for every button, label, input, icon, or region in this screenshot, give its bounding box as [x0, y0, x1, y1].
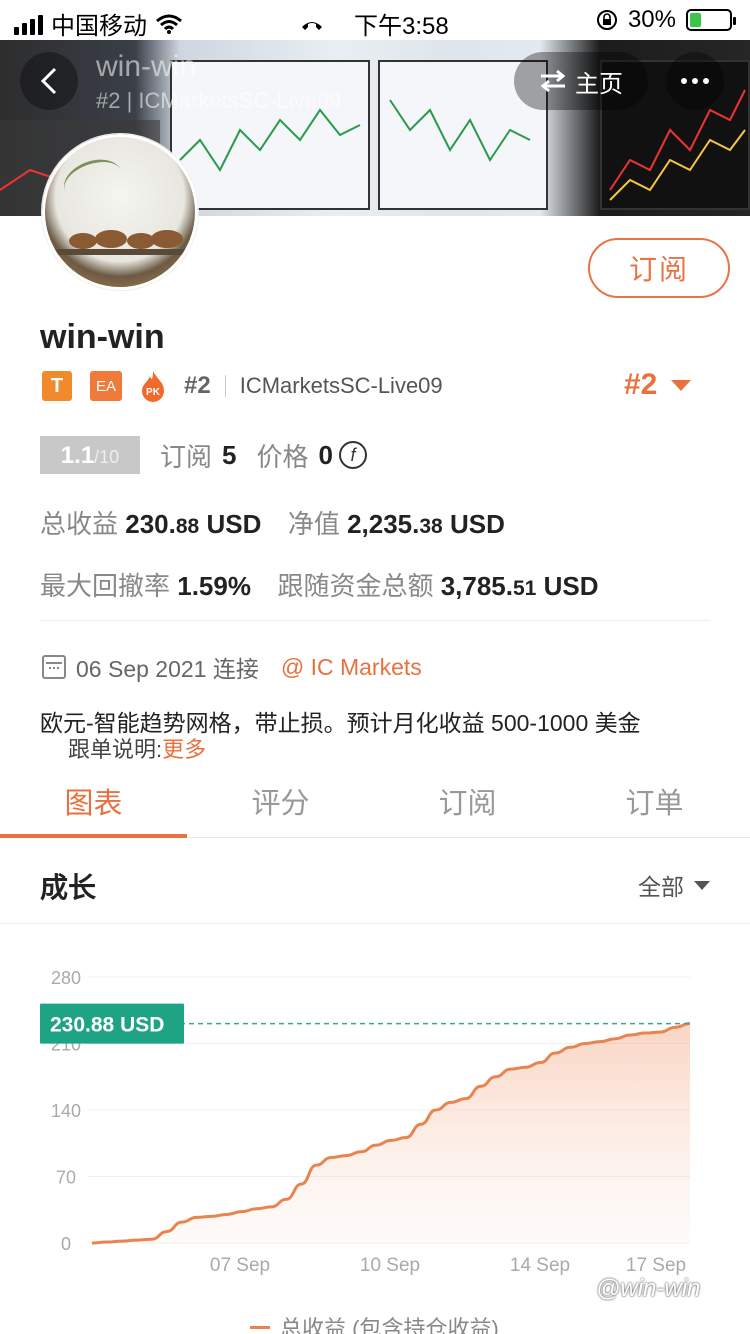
coin-icon: f — [338, 441, 367, 469]
connection-row: 06 Sep 2021 连接 @ IC Markets — [42, 650, 422, 684]
server-name: ICMarketsSC-Live09 — [239, 373, 443, 398]
legend-swatch — [250, 1325, 270, 1329]
back-button[interactable] — [20, 52, 78, 110]
caret-down-icon — [694, 880, 710, 890]
avatar[interactable] — [42, 134, 198, 290]
connection-date: 06 Sep 2021 连接 — [76, 656, 259, 682]
battery-icon — [686, 9, 736, 31]
legend-label: 总收益 (包含持仓收益) — [280, 1316, 499, 1334]
stats-row-score: 1.1/10 订阅 5 价格 0 f — [40, 436, 367, 474]
tab-chart[interactable]: 图表 — [0, 780, 187, 822]
current-value-badge: 230.88 USD — [40, 1003, 184, 1044]
caret-down-icon — [671, 379, 692, 391]
banner-ghost-title: win-win — [96, 50, 197, 83]
score-badge: 1.1/10 — [40, 436, 140, 474]
price-value: 0 — [318, 439, 333, 470]
tab-subscriptions[interactable]: 订阅 — [374, 780, 561, 822]
broker-link[interactable]: @ IC Markets — [281, 654, 422, 681]
tab-rating[interactable]: 评分 — [187, 780, 374, 822]
range-selector[interactable]: 全部 — [638, 868, 710, 902]
stats-row-profit: 总收益 230.88 USD 净值 2,235.38 USD — [40, 504, 505, 541]
max-drawdown-value: 1.59% — [177, 571, 251, 601]
rank-dropdown[interactable]: #2 — [624, 368, 692, 402]
y-tick-label: 280 — [51, 968, 81, 988]
home-button[interactable]: 主页 — [514, 52, 648, 110]
follow-funds-value: 3,785.51 USD — [440, 571, 599, 601]
watermark: @win-win — [596, 1275, 701, 1302]
y-tick-label: 70 — [56, 1168, 76, 1188]
rotation-lock-icon — [596, 10, 617, 30]
chart-legend: 总收益 (包含持仓收益) — [250, 1311, 499, 1334]
back-icon — [40, 67, 57, 95]
divider — [40, 620, 710, 621]
username: win-win — [40, 318, 165, 356]
subscribe-button[interactable]: 订阅 — [588, 238, 730, 298]
wifi-icon — [156, 14, 182, 34]
growth-area — [92, 1023, 690, 1243]
growth-chart: 0 70 140 210 280 07 Sep 10 Sep 14 Sep 17 Sep 23… — [0, 925, 750, 1334]
more-link[interactable]: 更多 — [162, 737, 206, 762]
equity-value: 2,235.38 USD — [347, 509, 505, 539]
more-button[interactable] — [666, 52, 724, 110]
current-value-label: 230.88 USD — [50, 1014, 164, 1037]
battery-percent: 30% — [627, 6, 676, 33]
growth-chart-svg: 070140210280 07 Sep 10 Sep 14 Sep 17 Sep 23… — [40, 968, 691, 1276]
x-tick-label: 10 Sep — [360, 1255, 420, 1276]
growth-header: 成长 全部 — [0, 838, 750, 924]
signal-icon — [14, 13, 43, 35]
trader-badge: T — [42, 371, 72, 401]
carrier-name: 中国移动 — [51, 13, 147, 40]
banner-ghost-subtitle: #2 | ICMarketsSC-Live09 — [96, 88, 342, 113]
call-icon — [302, 21, 322, 30]
total-profit-label: 总收益 — [40, 509, 119, 539]
calendar-icon — [42, 655, 66, 679]
rank-big-label: #2 — [624, 368, 658, 401]
rank-small: #2 — [184, 372, 211, 399]
total-profit-value: 230.88 USD — [125, 509, 262, 539]
svg-text:PK: PK — [146, 387, 161, 398]
max-drawdown-label: 最大回撤率 — [40, 571, 171, 601]
y-tick-label: 0 — [61, 1234, 71, 1254]
stats-row-drawdown: 最大回撤率 1.59% 跟随资金总额 3,785.51 USD — [40, 566, 599, 603]
growth-title: 成长 — [40, 872, 97, 903]
ea-badge: EA — [90, 371, 122, 401]
subscribers-label: 订阅 — [160, 441, 213, 472]
tab-orders[interactable]: 订单 — [561, 780, 748, 822]
price-label: 价格 — [256, 441, 309, 472]
clock: 下午3:58 — [354, 13, 449, 40]
more-icon — [681, 78, 709, 84]
tag-row: T EA PK #2 ICMarketsSC-Live09 — [42, 370, 443, 402]
x-tick-label: 07 Sep — [210, 1255, 270, 1276]
swap-icon — [540, 69, 566, 93]
follow-funds-label: 跟随资金总额 — [277, 571, 434, 601]
subscribers-count: 5 — [222, 439, 237, 470]
y-tick-label: 140 — [51, 1101, 81, 1121]
range-selector-label: 全部 — [638, 874, 684, 900]
x-tick-label: 14 Sep — [510, 1255, 570, 1276]
pk-flame-icon: PK — [142, 371, 164, 402]
status-bar: 中国移动 下午3:58 30% — [0, 0, 750, 40]
equity-label: 净值 — [287, 509, 340, 539]
x-tick-label: 17 Sep — [626, 1255, 686, 1276]
home-button-label: 主页 — [575, 70, 623, 98]
tab-bar: 图表 评分 订阅 订单 — [0, 760, 750, 838]
